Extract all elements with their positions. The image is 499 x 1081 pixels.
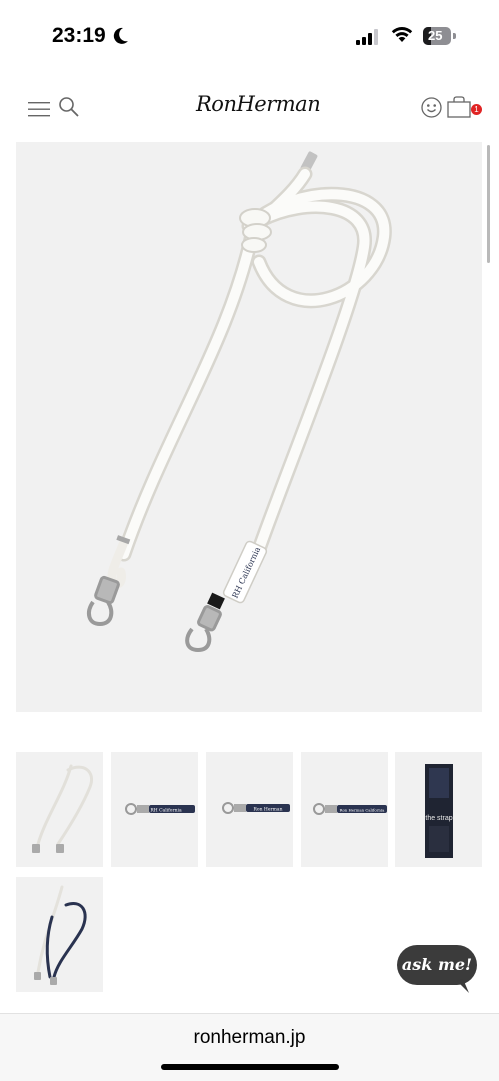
thumbnail-white-rope-strap[interactable]	[16, 752, 103, 867]
status-time: 23:19	[52, 24, 106, 47]
thumbnail-navy-strap-rh-california[interactable]: RH California	[111, 752, 198, 867]
page-scrollbar[interactable]	[487, 145, 490, 263]
thumbnail-white-and-navy-straps[interactable]	[16, 877, 103, 992]
thumbnail-package-illustration: the strap	[425, 764, 453, 858]
home-indicator[interactable]	[161, 1064, 339, 1070]
rh-california-label: RH California	[222, 540, 268, 604]
thumbnail-navy-strap-illustration: RH California	[125, 803, 195, 815]
left-clip-hook	[86, 575, 120, 627]
package-label: the strap	[425, 815, 452, 822]
cart-count-badge: 1	[471, 104, 482, 115]
battery-level: 25	[428, 28, 443, 43]
rope-knot	[239, 208, 272, 253]
account-face-icon[interactable]	[421, 97, 442, 118]
battery-indicator: 25	[423, 27, 457, 45]
main-product-image[interactable]: RH California	[16, 142, 482, 712]
url-text[interactable]: ronherman.jp	[0, 1027, 499, 1049]
status-bar: 23:19 25	[0, 0, 499, 70]
thumbnail-strap-illustration	[32, 764, 93, 853]
moon-icon	[113, 27, 128, 44]
thumbnail-label: Ron Herman California	[340, 808, 385, 813]
thumbnail-strap-package[interactable]: the strap	[395, 752, 482, 867]
thumbnail-label: RH California	[150, 808, 182, 814]
rope-strap-illustration: RH California	[86, 151, 392, 653]
search-icon[interactable]	[58, 96, 80, 118]
ron-herman-logo[interactable]: RonHerman	[196, 92, 321, 116]
ask-me-label: ask me!	[401, 955, 473, 974]
thumbnail-navy-strap-ron-herman[interactable]: Ron Herman	[206, 752, 293, 867]
right-clip-hook	[185, 605, 222, 653]
wifi-icon	[391, 27, 413, 42]
ask-me-chat-button[interactable]: ask me!	[397, 945, 477, 993]
shopping-bag-icon[interactable]	[447, 96, 471, 118]
hamburger-menu-icon[interactable]	[28, 100, 50, 118]
cellular-signal-icon	[356, 29, 378, 45]
thumbnail-two-straps-illustration	[34, 885, 87, 985]
thumbnail-label: Ron Herman	[253, 807, 282, 813]
thumbnail-navy-strap-illustration: Ron Herman	[222, 802, 290, 814]
thumbnail-navy-strap-long[interactable]: Ron Herman California	[301, 752, 388, 867]
thumbnail-navy-strap-illustration: Ron Herman California	[313, 803, 387, 815]
